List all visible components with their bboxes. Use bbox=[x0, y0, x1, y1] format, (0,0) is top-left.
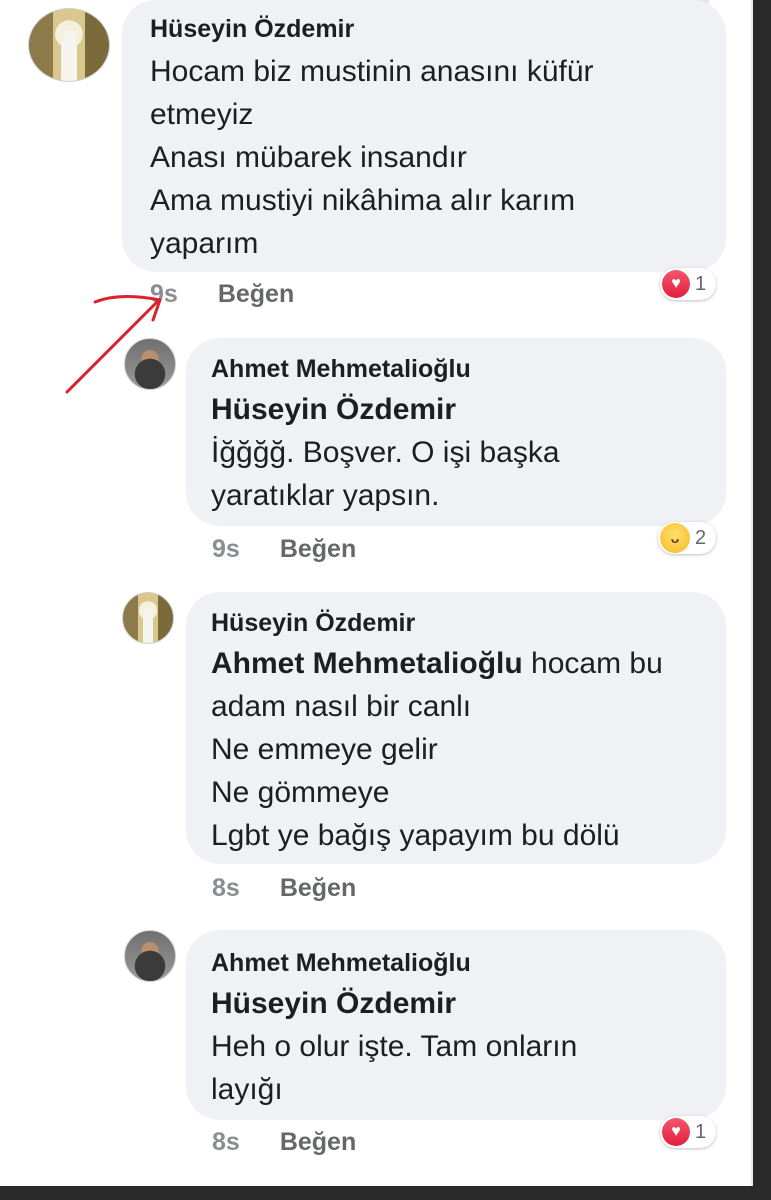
comment-first-line: Ahmet Mehmetalioğlu hocam bu bbox=[211, 642, 663, 685]
comment-bubble: Hüseyin Özdemir Ahmet Mehmetalioğlu hoca… bbox=[186, 592, 726, 864]
comment-meta: 9s Beğen bbox=[212, 535, 356, 564]
comment-time[interactable]: 9s bbox=[212, 535, 240, 563]
comment-bubble: Ahmet Mehmetalioğlu Hüseyin Özdemir İğğğ… bbox=[186, 338, 726, 526]
comment-line: yaratıklar yapsın. bbox=[211, 479, 440, 512]
comment-bubble: Hüseyin Özdemir Hocam biz mustinin anası… bbox=[122, 0, 726, 272]
comment-meta: 8s Beğen bbox=[212, 1128, 356, 1157]
comment-author[interactable]: Hüseyin Özdemir bbox=[150, 14, 354, 44]
comment-text: Ahmet Mehmetalioğlu hocam bu adam nasıl … bbox=[211, 642, 663, 857]
comment-text: Hüseyin Özdemir Heh o olur işte. Tam onl… bbox=[211, 982, 577, 1111]
comment-line: Ne emmeye gelir bbox=[211, 733, 438, 766]
comment-mention[interactable]: Ahmet Mehmetalioğlu bbox=[211, 647, 523, 680]
comment-line: hocam bu bbox=[522, 647, 663, 680]
like-button[interactable]: Beğen bbox=[218, 280, 294, 308]
comment-text: Hocam biz mustinin anasını küfür etmeyiz… bbox=[150, 50, 594, 265]
reaction-count: 1 bbox=[695, 1120, 707, 1143]
avatar[interactable] bbox=[124, 338, 176, 390]
comment-line: Ne gömmeye bbox=[211, 776, 390, 809]
comment-line: layığı bbox=[211, 1073, 283, 1106]
avatar[interactable] bbox=[28, 8, 110, 82]
comment-bubble: Ahmet Mehmetalioğlu Hüseyin Özdemir Heh … bbox=[186, 930, 726, 1120]
reaction-count: 2 bbox=[695, 526, 707, 549]
comment-line: Ama mustiyi nikâhima alır karım bbox=[150, 184, 576, 217]
comment-mention[interactable]: Hüseyin Özdemir bbox=[211, 982, 577, 1025]
comment-line: Hocam biz mustinin anasını küfür bbox=[150, 55, 594, 88]
comment-line: Lgbt ye bağış yapayım bu dölü bbox=[211, 819, 620, 852]
heart-icon: ♥ bbox=[662, 270, 690, 298]
comment-text: Hüseyin Özdemir İğğğğ. Boşver. O işi baş… bbox=[211, 388, 560, 517]
reaction-badge[interactable]: ᴗ 2 bbox=[658, 522, 717, 554]
like-button[interactable]: Beğen bbox=[280, 1128, 356, 1156]
reaction-badge[interactable]: ♥ 1 bbox=[660, 268, 717, 300]
comment-line: İğğğğ. Boşver. O işi başka bbox=[211, 436, 560, 469]
heart-icon: ♥ bbox=[662, 1118, 690, 1146]
comment-time[interactable]: 8s bbox=[212, 1128, 240, 1156]
comment-meta: 8s Beğen bbox=[212, 874, 356, 903]
comment-line: Heh o olur işte. Tam onların bbox=[211, 1030, 578, 1063]
comment-line: adam nasıl bir canlı bbox=[211, 690, 472, 723]
window-bottom-edge bbox=[0, 1186, 771, 1200]
comment-line: yaparım bbox=[150, 227, 259, 260]
comment-author[interactable]: Ahmet Mehmetalioğlu bbox=[211, 948, 471, 978]
avatar[interactable] bbox=[124, 930, 176, 982]
window-edge bbox=[751, 0, 771, 1200]
comment-line: etmeyiz bbox=[150, 98, 254, 131]
avatar[interactable] bbox=[122, 592, 174, 644]
like-button[interactable]: Beğen bbox=[280, 535, 356, 563]
haha-icon: ᴗ bbox=[660, 523, 690, 553]
comment-line: Anası mübarek insandır bbox=[150, 141, 467, 174]
like-button[interactable]: Beğen bbox=[280, 874, 356, 902]
reaction-count: 1 bbox=[695, 272, 707, 295]
comment-mention[interactable]: Hüseyin Özdemir bbox=[211, 388, 560, 431]
comment-time[interactable]: 8s bbox=[212, 874, 240, 902]
reaction-badge[interactable]: ♥ 1 bbox=[660, 1116, 717, 1148]
comment-author[interactable]: Hüseyin Özdemir bbox=[211, 608, 415, 638]
comment-author[interactable]: Ahmet Mehmetalioğlu bbox=[211, 354, 471, 384]
